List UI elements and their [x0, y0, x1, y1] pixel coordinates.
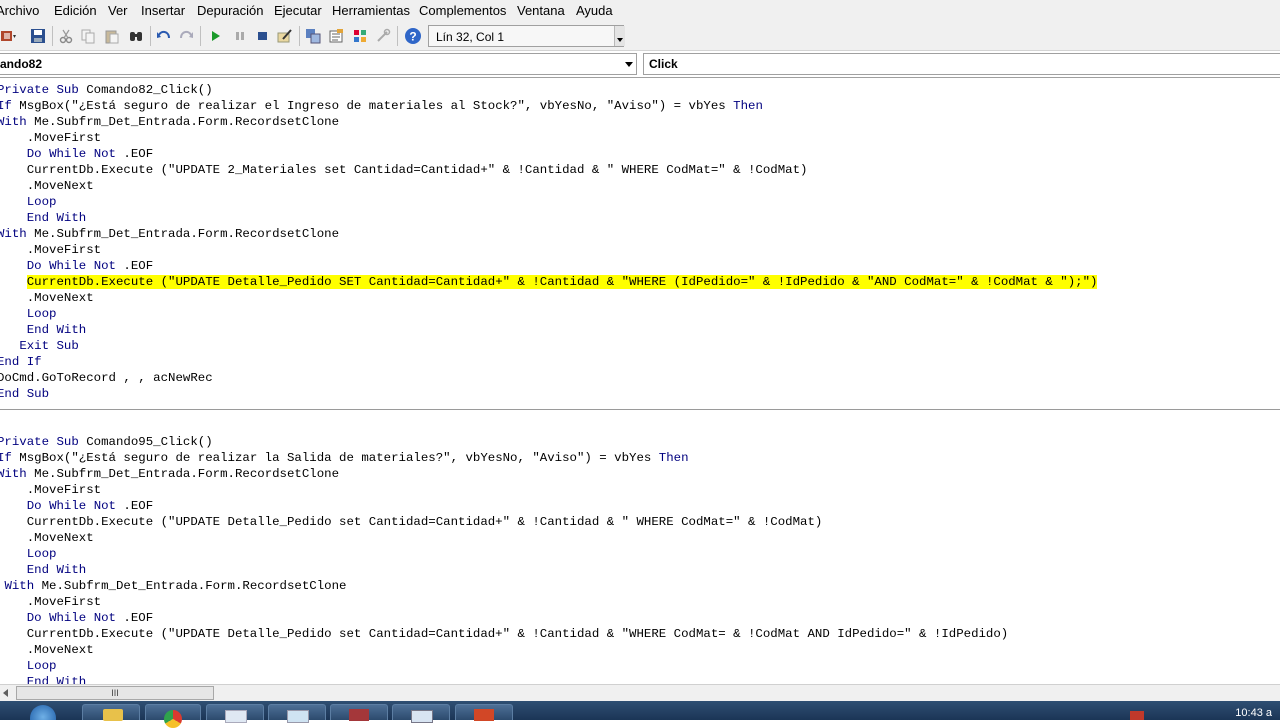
code-line[interactable]: With Me.Subfrm_Det_Entrada.Form.Recordse…	[0, 466, 339, 482]
properties-icon[interactable]	[328, 28, 344, 44]
code-line[interactable]: .MoveNext	[0, 178, 94, 194]
code-line[interactable]: .MoveNext	[0, 642, 94, 658]
object-combo[interactable]: ando82	[0, 53, 637, 75]
menu-complementos[interactable]: Complementos	[419, 3, 506, 18]
taskbar-explorer[interactable]	[82, 704, 140, 721]
code-line[interactable]: End Sub	[0, 386, 49, 402]
code-window-header: ando82 Click	[0, 51, 1280, 78]
code-line[interactable]: With Me.Subfrm_Det_Entrada.Form.Recordse…	[0, 578, 346, 594]
menu-edicion[interactable]: Edición	[54, 3, 97, 18]
menu-insertar[interactable]: Insertar	[141, 3, 185, 18]
undo-icon[interactable]	[156, 28, 172, 44]
code-line[interactable]: End If	[0, 354, 42, 370]
code-line[interactable]: Exit Sub	[0, 338, 79, 354]
code-line[interactable]: Do While Not .EOF	[0, 610, 153, 626]
scroll-left-icon[interactable]	[3, 689, 8, 697]
code-line[interactable]: Do While Not .EOF	[0, 498, 153, 514]
project-explorer-icon[interactable]	[305, 28, 321, 44]
paint-icon	[287, 710, 309, 723]
standard-toolbar: ? Lín 32, Col 1	[0, 22, 1280, 51]
tray-icon[interactable]	[1130, 711, 1144, 720]
paste-icon[interactable]	[104, 28, 120, 44]
toolbox-icon[interactable]	[375, 28, 391, 44]
taskbar-powerpoint[interactable]	[455, 704, 513, 721]
pause-icon[interactable]	[232, 28, 248, 44]
code-line[interactable]: .MoveFirst	[0, 594, 101, 610]
code-line[interactable]: Loop	[0, 194, 57, 210]
code-line[interactable]: .MoveFirst	[0, 130, 101, 146]
menu-ver[interactable]: Ver	[108, 3, 128, 18]
chrome-icon	[164, 710, 182, 728]
find-icon[interactable]	[128, 28, 144, 44]
menu-archivo[interactable]: Archivo	[0, 3, 39, 18]
horizontal-scrollbar[interactable]: III	[0, 684, 1280, 702]
code-line[interactable]: End With	[0, 562, 87, 578]
code-line[interactable]: CurrentDb.Execute ("UPDATE Detalle_Pedid…	[0, 514, 823, 530]
taskbar-vba[interactable]	[392, 704, 450, 723]
help-icon[interactable]: ?	[404, 27, 422, 45]
menu-bar: Archivo Edición Ver Insertar Depuración …	[0, 0, 1280, 22]
code-line[interactable]: With Me.Subfrm_Det_Entrada.Form.Recordse…	[0, 114, 339, 130]
powerpoint-icon	[474, 709, 494, 721]
stop-icon[interactable]	[255, 28, 271, 44]
code-line[interactable]: .MoveNext	[0, 290, 94, 306]
cut-icon[interactable]	[58, 28, 74, 44]
menu-herramientas[interactable]: Herramientas	[332, 3, 410, 18]
vba-icon	[411, 710, 433, 723]
object-browser-icon[interactable]	[352, 28, 368, 44]
taskbar-paint[interactable]	[268, 704, 326, 723]
code-line[interactable]: .MoveFirst	[0, 242, 101, 258]
start-button[interactable]	[30, 705, 56, 720]
code-line[interactable]: Loop	[0, 658, 57, 674]
taskbar-window[interactable]	[206, 704, 264, 723]
window-icon	[225, 710, 247, 723]
design-mode-icon[interactable]	[277, 28, 293, 44]
redo-icon[interactable]	[178, 28, 194, 44]
run-icon[interactable]	[208, 28, 224, 44]
cursor-position-label: Lín 32, Col 1	[428, 25, 624, 47]
taskbar-clock: 10:43 a	[1235, 707, 1272, 719]
code-line[interactable]: .MoveFirst	[0, 482, 101, 498]
menu-ventana[interactable]: Ventana	[517, 3, 565, 18]
menu-ayuda[interactable]: Ayuda	[576, 3, 613, 18]
code-line[interactable]: CurrentDb.Execute ("UPDATE Detalle_Pedid…	[0, 274, 1098, 290]
toolbar-options-handle[interactable]	[614, 26, 625, 46]
object-combo-value: ando82	[0, 57, 43, 71]
code-line[interactable]: Do While Not .EOF	[0, 146, 153, 162]
menu-ejecutar[interactable]: Ejecutar	[274, 3, 322, 18]
code-line[interactable]: With Me.Subfrm_Det_Entrada.Form.Recordse…	[0, 226, 339, 242]
code-line[interactable]: Do While Not .EOF	[0, 258, 153, 274]
folder-icon	[103, 709, 123, 721]
code-line[interactable]: Loop	[0, 306, 57, 322]
procedure-combo[interactable]: Click	[643, 53, 1280, 75]
chevron-down-icon[interactable]	[625, 62, 633, 67]
code-line[interactable]: CurrentDb.Execute ("UPDATE 2_Materiales …	[0, 162, 808, 178]
code-line[interactable]: End With	[0, 322, 87, 338]
procedure-separator	[0, 409, 1280, 410]
svg-text:?: ?	[409, 30, 416, 44]
code-line[interactable]: Private Sub Comando82_Click()	[0, 82, 213, 98]
menu-depuracion[interactable]: Depuración	[197, 3, 264, 18]
taskbar-access[interactable]	[330, 704, 388, 721]
code-line[interactable]: CurrentDb.Execute ("UPDATE Detalle_Pedid…	[0, 626, 1009, 642]
code-line[interactable]: Private Sub Comando95_Click()	[0, 434, 213, 450]
code-line[interactable]: End With	[0, 210, 87, 226]
copy-icon[interactable]	[80, 28, 96, 44]
access-app-icon	[349, 709, 369, 721]
code-line[interactable]: Loop	[0, 546, 57, 562]
taskbar-chrome[interactable]	[145, 704, 201, 728]
access-icon[interactable]	[0, 28, 16, 44]
code-line[interactable]: If MsgBox("¿Está seguro de realizar la S…	[0, 450, 689, 466]
code-line[interactable]: .MoveNext	[0, 530, 94, 546]
procedure-combo-value: Click	[649, 57, 678, 71]
code-line[interactable]: DoCmd.GoToRecord , , acNewRec	[0, 370, 213, 386]
taskbar: 10:43 a	[0, 701, 1280, 728]
code-line[interactable]: If MsgBox("¿Está seguro de realizar el I…	[0, 98, 763, 114]
scrollbar-thumb[interactable]: III	[16, 686, 214, 700]
save-icon[interactable]	[30, 28, 46, 44]
